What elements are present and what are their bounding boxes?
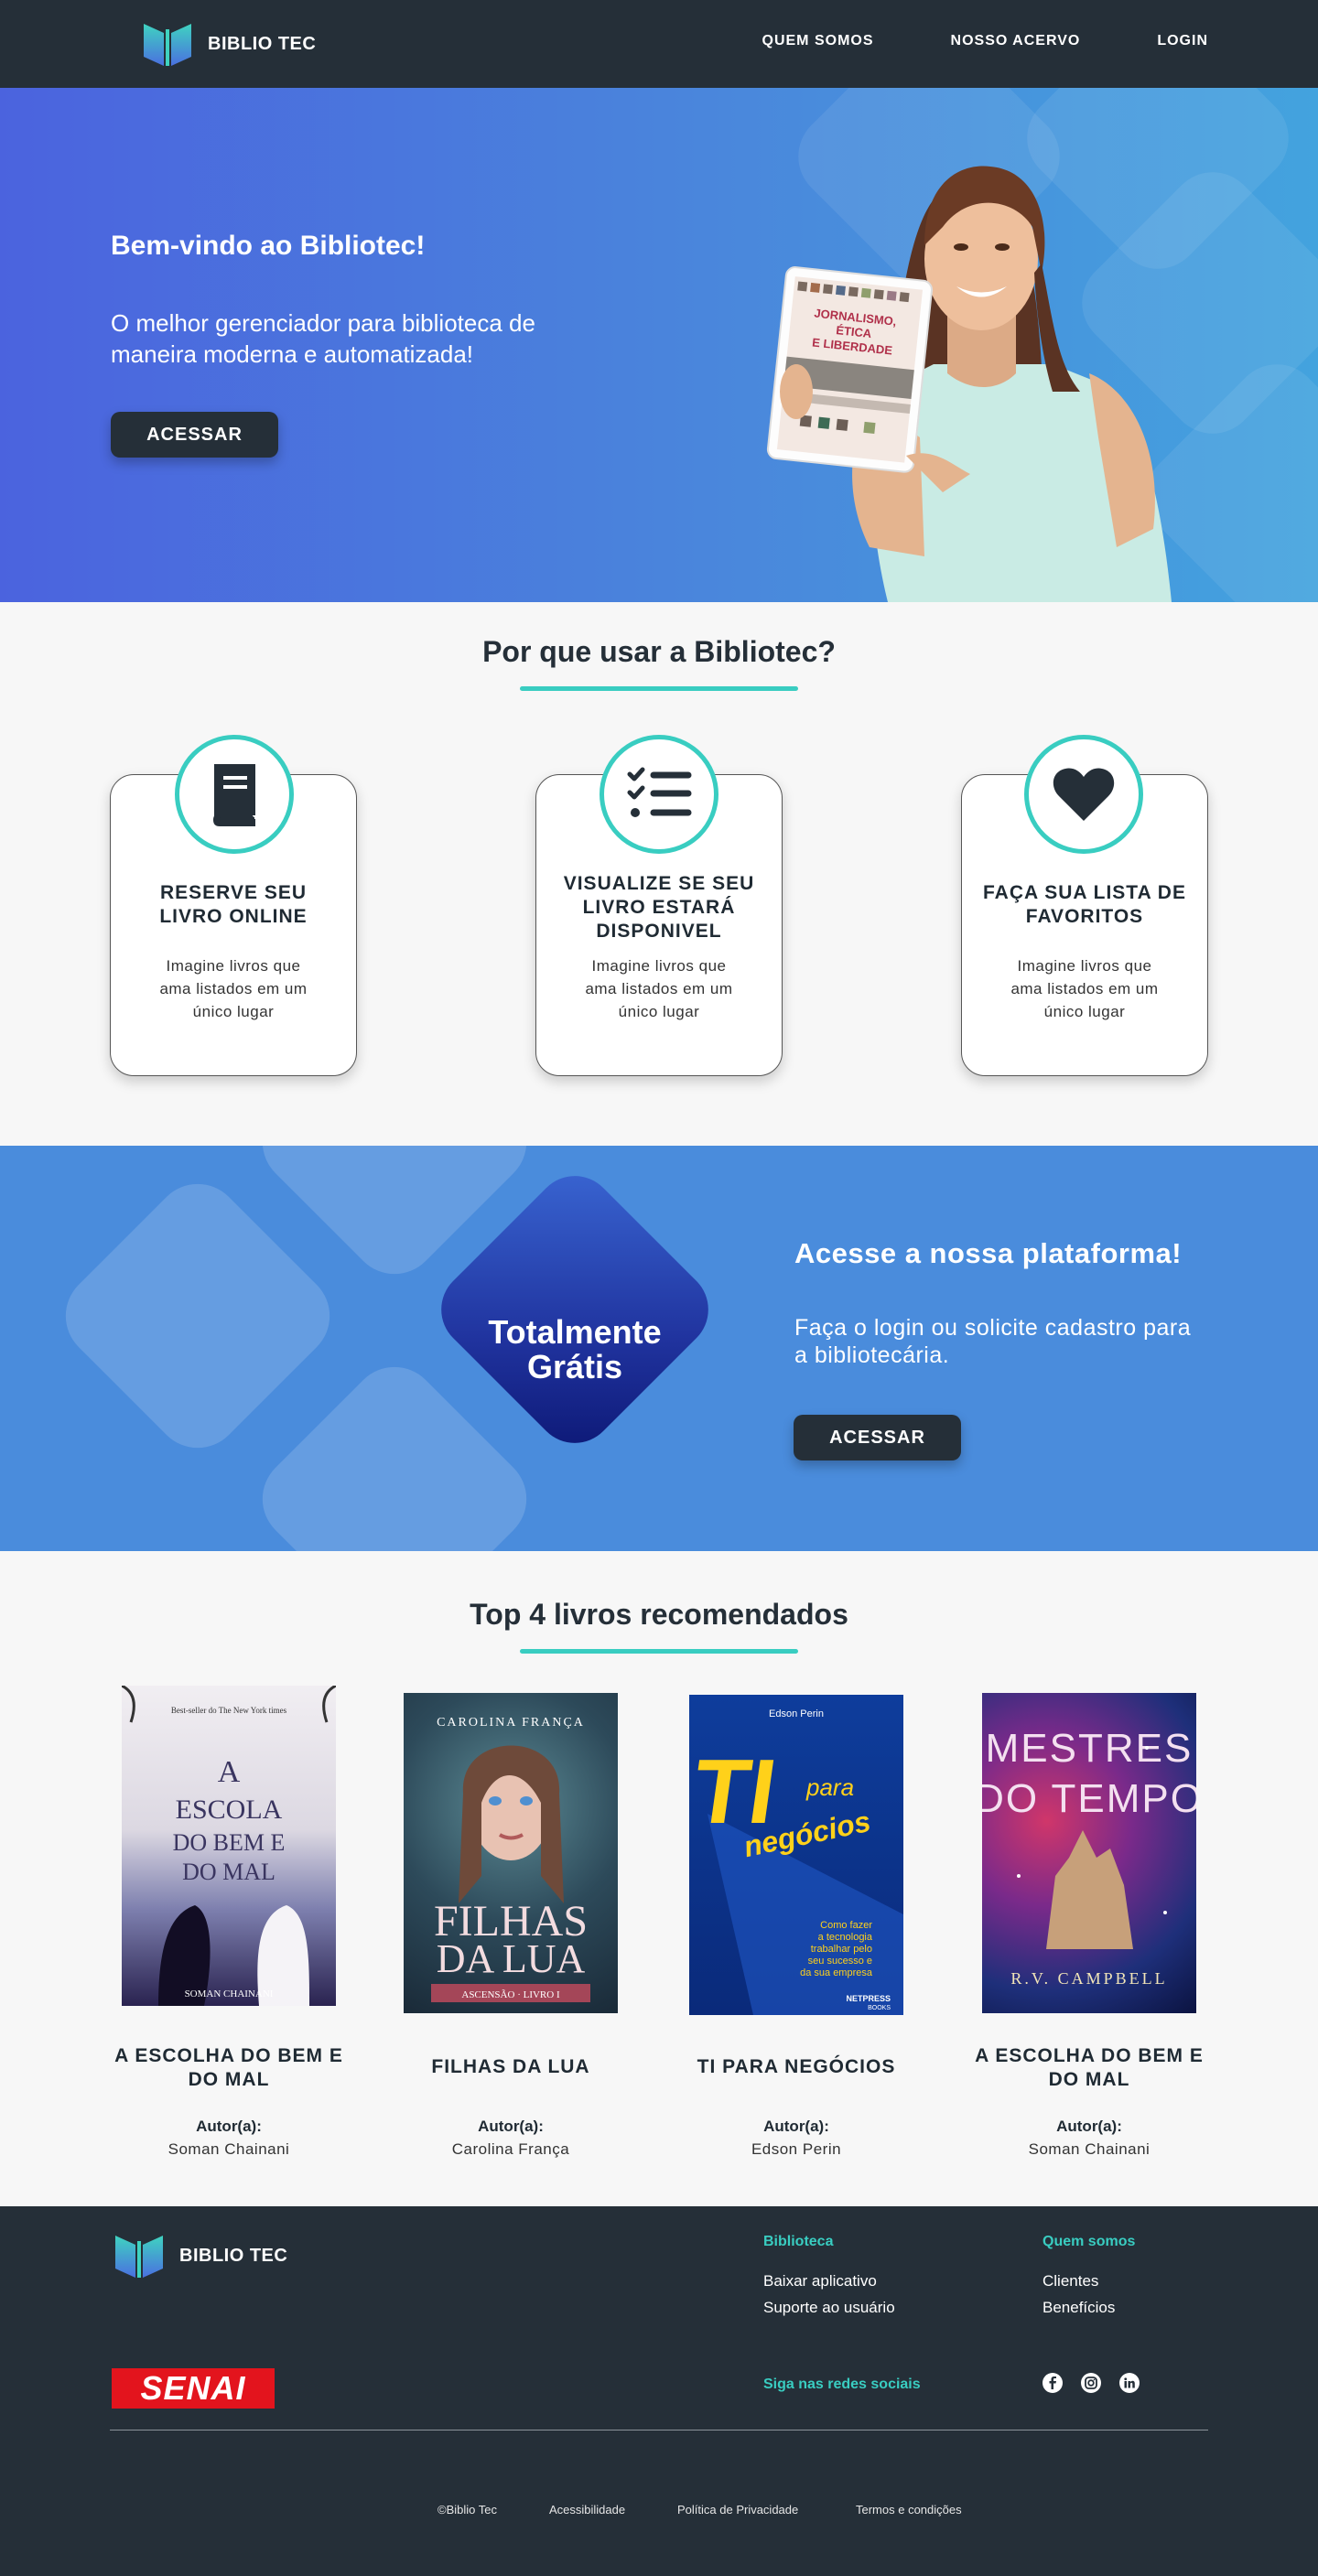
logo-icon xyxy=(144,24,191,66)
book-title: A ESCOLHA DO BEM E DO MAL xyxy=(975,2045,1204,2090)
facebook-icon[interactable] xyxy=(1043,2373,1063,2393)
footer-link-clientes[interactable]: Clientes xyxy=(1043,2272,1098,2290)
book-icon xyxy=(175,735,294,854)
footer: BIBLIO TEC Biblioteca Baixar aplicativo … xyxy=(0,2206,1318,2576)
book-cover-image: CAROLINA FRANÇA FILHAS DA LUA ASCENSÃO ·… xyxy=(404,1693,618,2013)
book-card[interactable]: Best-seller do The New York times A ESCO… xyxy=(110,1686,348,2161)
book-cover-image: Best-seller do The New York times A ESCO… xyxy=(122,1686,336,2006)
free-badge-text: Totalmente Grátis xyxy=(488,1313,662,1385)
book-cover-author-text: SOMAN CHAINANI xyxy=(185,1989,274,1999)
footer-copyright: ©Biblio Tec xyxy=(438,2503,497,2517)
hero-subtitle: O melhor gerenciador para biblioteca de … xyxy=(111,309,535,368)
book-title: A ESCOLHA DO BEM E DO MAL xyxy=(114,2045,343,2090)
svg-text:MESTRES: MESTRES xyxy=(986,1726,1194,1771)
svg-text:DO BEM E: DO BEM E xyxy=(173,1829,286,1856)
footer-link-suporte[interactable]: Suporte ao usuário xyxy=(763,2299,895,2317)
nav-links: QUEM SOMOS NOSSO ACERVO LOGIN xyxy=(762,33,1209,49)
instagram-icon[interactable] xyxy=(1081,2373,1101,2393)
svg-text:da sua empresa: da sua empresa xyxy=(800,1967,873,1978)
footer-logo-text: BIBLIO TEC xyxy=(179,2245,288,2266)
books-title-underline xyxy=(520,1649,798,1654)
book-author-name: Carolina França xyxy=(451,2140,570,2158)
book-author-label: Autor(a): xyxy=(478,2118,544,2135)
book-cover-author-text: R.V. CAMPBELL xyxy=(1010,1969,1167,1988)
nav-link-login[interactable]: LOGIN xyxy=(1157,33,1208,49)
svg-text:ESCOLA: ESCOLA xyxy=(176,1795,283,1825)
logo[interactable]: BIBLIO TEC xyxy=(142,20,316,68)
feature-card-text: Imagine livros que ama listados em um ún… xyxy=(1010,957,1159,1020)
nav-link-quem-somos[interactable]: QUEM SOMOS xyxy=(762,33,874,49)
svg-text:A: A xyxy=(218,1755,241,1789)
svg-text:NETPRESS: NETPRESS xyxy=(846,1994,891,2003)
book-author-label: Autor(a): xyxy=(196,2118,262,2135)
feature-card-title: VISUALIZE SE SEU LIVRO ESTARÁ DISPONIVEL xyxy=(563,873,755,942)
promo-banner: Totalmente Grátis Acesse a nossa platafo… xyxy=(0,1146,1318,1551)
checklist-icon xyxy=(600,735,718,854)
book-author-label: Autor(a): xyxy=(1056,2118,1122,2135)
book-author-name: Soman Chainani xyxy=(167,2140,290,2158)
book-card[interactable]: Edson Perin TI para negócios Como fazer … xyxy=(677,1686,915,2161)
footer-logo[interactable]: BIBLIO TEC xyxy=(113,2232,287,2280)
footer-link-privacidade[interactable]: Política de Privacidade xyxy=(677,2503,798,2517)
footer-social-title: Siga nas redes sociais xyxy=(763,2377,921,2392)
nav-link-nosso-acervo[interactable]: NOSSO ACERVO xyxy=(951,33,1081,49)
footer-link-acessibilidade[interactable]: Acessibilidade xyxy=(549,2503,625,2517)
svg-text:Como fazer: Como fazer xyxy=(820,1920,872,1931)
svg-text:BOOKS: BOOKS xyxy=(868,2005,891,2011)
svg-text:seu sucesso e: seu sucesso e xyxy=(808,1956,872,1967)
promo-access-button[interactable]: ACESSAR xyxy=(794,1415,961,1460)
why-title-underline xyxy=(520,686,798,691)
feature-card-title: RESERVE SEU LIVRO ONLINE xyxy=(159,882,308,927)
hero-access-button[interactable]: ACESSAR xyxy=(111,412,278,458)
svg-text:DO MAL: DO MAL xyxy=(182,1859,275,1885)
heart-icon xyxy=(1024,735,1143,854)
book-author-name: Soman Chainani xyxy=(1028,2140,1151,2158)
hero-banner: Bem-vindo ao Bibliotec! O melhor gerenci… xyxy=(0,88,1318,602)
book-author-label: Autor(a): xyxy=(763,2118,829,2135)
book-title: TI PARA NEGÓCIOS xyxy=(697,2056,896,2077)
linkedin-icon[interactable] xyxy=(1119,2373,1140,2393)
footer-link-baixar-aplicativo[interactable]: Baixar aplicativo xyxy=(763,2272,877,2290)
feature-card-text: Imagine livros que ama listados em um ún… xyxy=(585,957,733,1020)
books-section-title: Top 4 livros recomendados xyxy=(470,1598,848,1631)
promo-title: Acesse a nossa plataforma! xyxy=(794,1237,1183,1269)
hero-title: Bem-vindo ao Bibliotec! xyxy=(111,231,426,261)
svg-text:para: para xyxy=(805,1773,854,1801)
top-navbar: BIBLIO TEC QUEM SOMOS NOSSO ACERVO LOGIN xyxy=(0,0,1318,88)
book-card[interactable]: MESTRES DO TEMPO R.V. CAMPBELL A ESCOLHA… xyxy=(970,1686,1208,2161)
book-cover-top-text: Edson Perin xyxy=(769,1708,824,1719)
senai-logo: SENAI xyxy=(112,2368,275,2409)
book-cover-image: Edson Perin TI para negócios Como fazer … xyxy=(689,1695,903,2015)
footer-link-beneficios[interactable]: Benefícios xyxy=(1043,2299,1115,2317)
book-author-name: Edson Perin xyxy=(751,2140,842,2158)
feature-card-title: FAÇA SUA LISTA DE FAVORITOS xyxy=(983,882,1186,927)
book-card[interactable]: CAROLINA FRANÇA FILHAS DA LUA ASCENSÃO ·… xyxy=(392,1686,630,2161)
book-title: FILHAS DA LUA xyxy=(431,2056,590,2077)
svg-text:trabalhar pelo: trabalhar pelo xyxy=(811,1944,872,1955)
footer-link-termos[interactable]: Termos e condições xyxy=(856,2503,962,2517)
promo-subtitle: Faça o login ou solicite cadastro para a… xyxy=(794,1315,1192,1368)
promo-decor-tile xyxy=(47,1165,349,1467)
svg-text:a tecnologia: a tecnologia xyxy=(818,1932,873,1943)
logo-text: BIBLIO TEC xyxy=(208,33,317,54)
footer-col-title-quem-somos: Quem somos xyxy=(1043,2234,1136,2249)
book-cover-author-text: ASCENSÃO · LIVRO I xyxy=(461,1989,560,2000)
why-section-title: Por que usar a Bibliotec? xyxy=(482,635,836,668)
footer-col-title-biblioteca: Biblioteca xyxy=(763,2234,834,2249)
woman-with-tablet-image: JORNALISMO, ÉTICA E LIBERDADE xyxy=(766,166,1172,602)
book-cover-image: MESTRES DO TEMPO R.V. CAMPBELL xyxy=(982,1693,1196,2013)
book-cover-top-text: Best-seller do The New York times xyxy=(171,1706,287,1715)
book-cover-top-text: CAROLINA FRANÇA xyxy=(437,1716,585,1730)
logo-icon xyxy=(115,2236,163,2278)
feature-card-text: Imagine livros que ama listados em um ún… xyxy=(159,957,308,1020)
svg-text:DA LUA: DA LUA xyxy=(437,1936,586,1981)
svg-text:DO TEMPO: DO TEMPO xyxy=(982,1776,1196,1821)
